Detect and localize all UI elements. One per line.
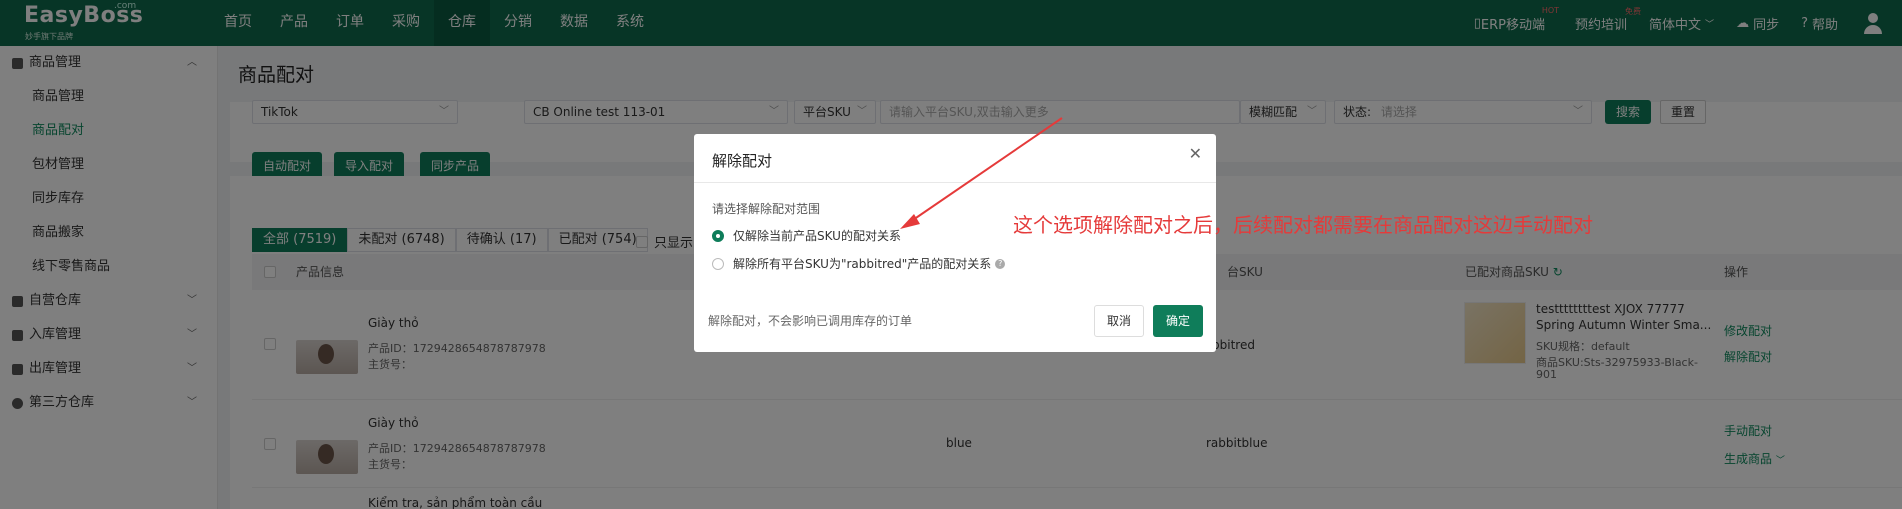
arrow-line <box>909 117 1063 223</box>
annotation-text: 这个选项解除配对之后，后续配对都需要在商品配对这边手动配对 <box>1013 213 1593 237</box>
annotation-arrow <box>900 117 1063 229</box>
